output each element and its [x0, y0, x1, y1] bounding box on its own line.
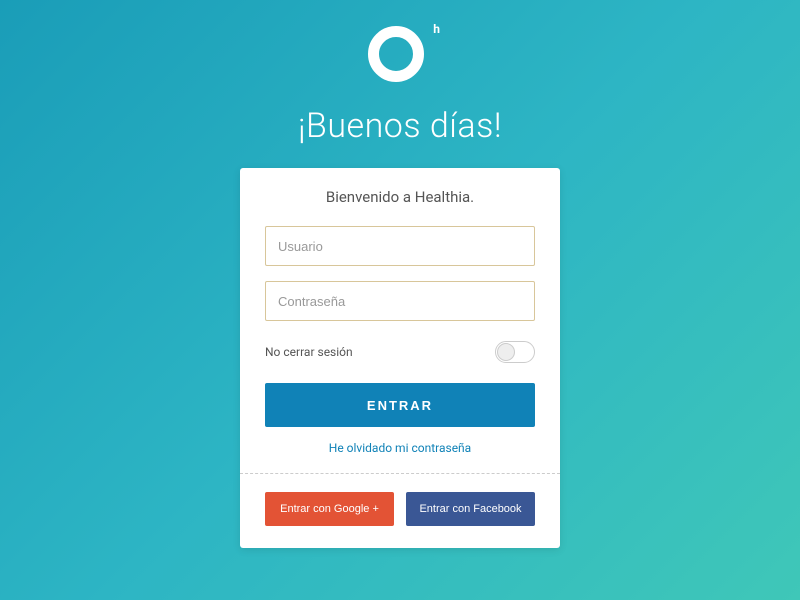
forgot-password-link[interactable]: He olvidado mi contraseña — [265, 441, 535, 455]
logo: h — [368, 22, 432, 86]
toggle-knob-icon — [497, 343, 515, 361]
login-card: Bienvenido a Healthia. No cerrar sesión … — [240, 168, 560, 548]
greeting-heading: ¡Buenos días! — [298, 106, 502, 146]
password-input[interactable] — [265, 281, 535, 321]
logo-superscript: h — [433, 22, 440, 36]
login-button[interactable]: ENTRAR — [265, 383, 535, 427]
google-login-button[interactable]: Entrar con Google + — [265, 492, 394, 526]
divider — [240, 473, 560, 474]
username-input[interactable] — [265, 226, 535, 266]
logo-area: h ¡Buenos días! — [298, 22, 502, 146]
welcome-text: Bienvenido a Healthia. — [265, 188, 535, 206]
social-row: Entrar con Google + Entrar con Facebook — [265, 492, 535, 526]
facebook-login-button[interactable]: Entrar con Facebook — [406, 492, 535, 526]
logo-circle-icon — [368, 26, 424, 82]
remember-toggle[interactable] — [495, 341, 535, 363]
remember-row: No cerrar sesión — [265, 341, 535, 363]
remember-label: No cerrar sesión — [265, 345, 353, 359]
